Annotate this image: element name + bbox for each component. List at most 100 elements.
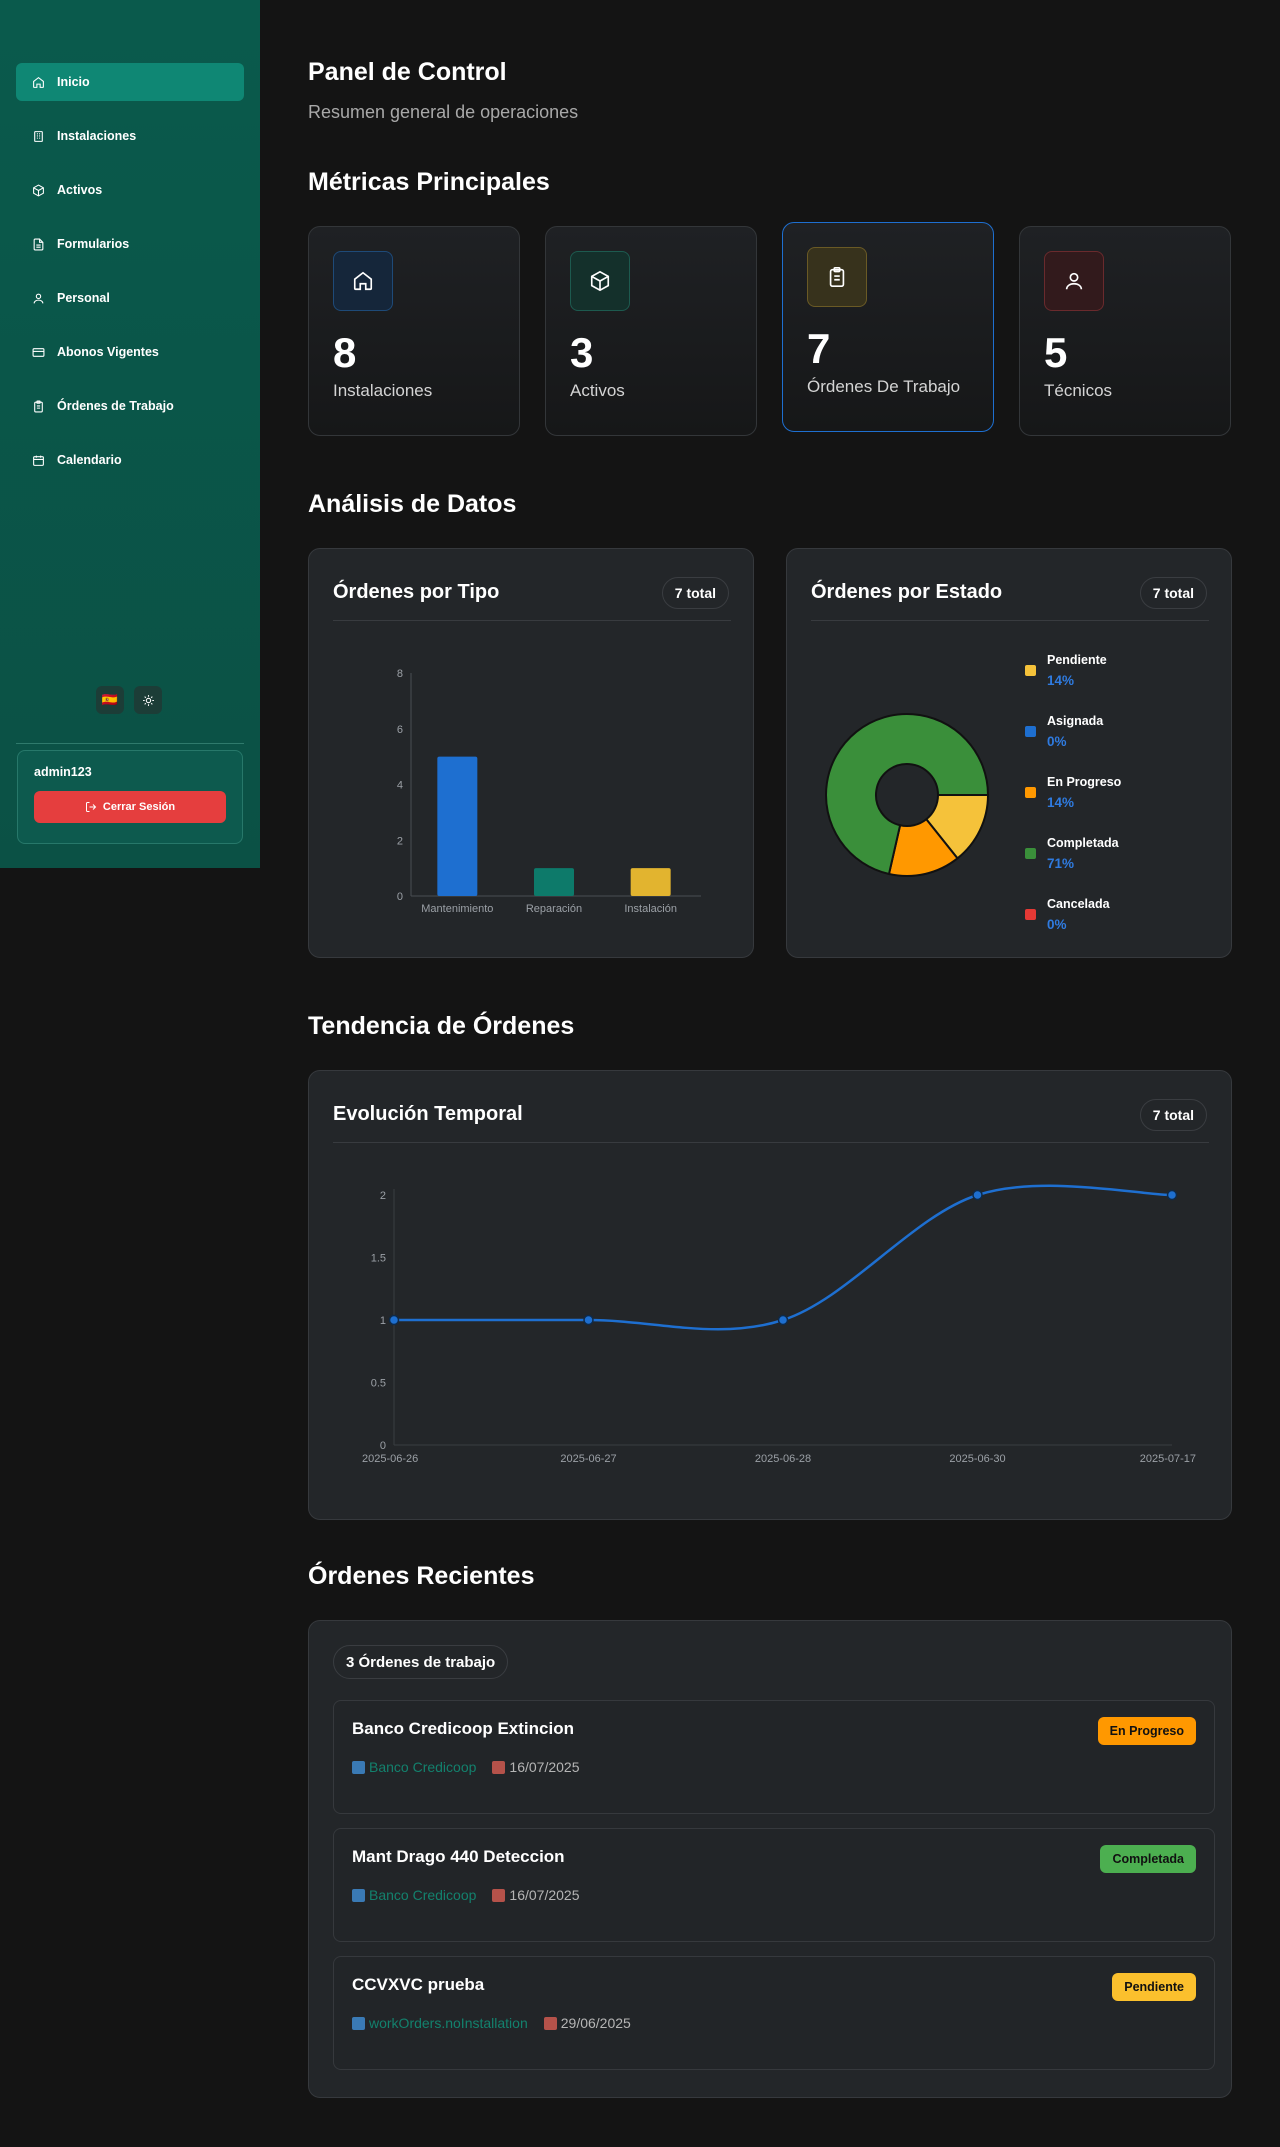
- y-tick-label: 6: [397, 724, 403, 736]
- section-title-trend: Tendencia de Órdenes: [308, 1012, 575, 1040]
- order-title: Mant Drago 440 Deteccion: [352, 1847, 565, 1866]
- x-tick-label: Mantenimiento: [421, 903, 493, 915]
- y-tick-label: 8: [397, 668, 403, 680]
- data-point: [388, 1314, 400, 1326]
- x-tick-label: 2025-06-26: [362, 1453, 418, 1465]
- recent-orders-card: 3 Órdenes de trabajo Banco Credicoop Ext…: [308, 1620, 1232, 2098]
- sidebar-item-personal[interactable]: Personal: [16, 279, 244, 317]
- calendar-icon: [33, 455, 44, 466]
- sidebar-item-calendario[interactable]: Calendario: [16, 441, 244, 479]
- sidebar-item-abonos[interactable]: Abonos Vigentes: [16, 333, 244, 371]
- box-icon: [590, 270, 610, 292]
- y-tick-label: 4: [397, 780, 403, 792]
- metric-card-ordenes[interactable]: 7 Órdenes De Trabajo: [782, 222, 994, 432]
- metric-card-instalaciones[interactable]: 8 Instalaciones: [308, 226, 520, 436]
- theme-toggle-button[interactable]: [134, 686, 162, 714]
- box-icon: [33, 183, 44, 197]
- y-tick-label: 2: [397, 835, 403, 847]
- metric-card-tecnicos[interactable]: 5 Técnicos: [1019, 226, 1231, 436]
- x-tick-label: 2025-06-30: [949, 1453, 1005, 1465]
- section-title-recent: Órdenes Recientes: [308, 1562, 535, 1590]
- sidebar-item-inicio[interactable]: Inicio: [16, 63, 244, 101]
- order-title: CCVXVC prueba: [352, 1975, 485, 1994]
- legend-label: Pendiente: [1047, 653, 1107, 667]
- data-point: [777, 1314, 789, 1326]
- bar: [437, 756, 478, 896]
- user-card: admin123 Cerrar Sesión: [17, 750, 243, 844]
- sidebar-item-activos[interactable]: Activos: [16, 171, 244, 209]
- status-badge: En Progreso: [1097, 1717, 1196, 1745]
- order-meta: Banco Credicoop 16/07/2025: [352, 1887, 579, 1903]
- order-location-link[interactable]: workOrders.noInstallation: [369, 2015, 528, 2031]
- legend-label: Asignada: [1047, 714, 1104, 728]
- sidebar-item-label: Activos: [57, 183, 103, 197]
- legend-swatch: [1025, 909, 1036, 920]
- clipboard-icon: [829, 267, 845, 287]
- sidebar-nav: Inicio Instalaciones Activos Formularios…: [16, 63, 244, 495]
- metric-value: 3: [570, 329, 594, 376]
- status-badge: Completada: [1100, 1845, 1196, 1873]
- chart-card-type: Órdenes por Tipo 7 total 0 2 4 6 8 Mantenimie…: [308, 548, 754, 958]
- section-title-metrics: Métricas Principales: [308, 168, 550, 196]
- data-point: [1166, 1189, 1178, 1201]
- logout-button[interactable]: Cerrar Sesión: [34, 791, 226, 823]
- page-title: Panel de Control: [308, 58, 507, 86]
- sidebar-item-label: Abonos Vigentes: [57, 345, 159, 359]
- calendar-icon: [492, 1760, 506, 1774]
- legend-label: Cancelada: [1047, 897, 1110, 911]
- legend-swatch: [1025, 726, 1036, 737]
- building-icon: [352, 1760, 365, 1774]
- y-tick-label: 1: [380, 1315, 386, 1327]
- sidebar-controls: 🇪🇸: [96, 686, 162, 714]
- metric-label: Órdenes De Trabajo: [807, 377, 961, 396]
- user-icon: [1065, 272, 1083, 290]
- orders-count-pill: 3 Órdenes de trabajo: [333, 1645, 509, 1679]
- logout-icon: [85, 802, 97, 812]
- legend-percent: 14%: [1047, 795, 1075, 810]
- sidebar-item-ordenes[interactable]: Órdenes de Trabajo: [16, 387, 244, 425]
- file-icon: [33, 238, 44, 250]
- sun-icon: [142, 694, 154, 706]
- x-tick-label: Instalación: [624, 903, 677, 915]
- sidebar-item-label: Personal: [57, 291, 110, 305]
- sidebar-divider: [16, 743, 244, 744]
- page-subtitle: Resumen general de operaciones: [308, 102, 579, 122]
- metric-icon-box: [807, 247, 867, 307]
- sidebar-item-formularios[interactable]: Formularios: [16, 225, 244, 263]
- y-tick-label: 2: [380, 1190, 386, 1202]
- metric-value: 5: [1044, 329, 1068, 376]
- clipboard-icon: [34, 400, 43, 412]
- x-tick-label: Reparación: [526, 903, 582, 915]
- user-name: admin123: [34, 765, 92, 779]
- series-line: [394, 1184, 1173, 1331]
- logout-label: Cerrar Sesión: [102, 801, 176, 813]
- legend-percent: 0%: [1047, 917, 1067, 932]
- order-meta: workOrders.noInstallation 29/06/2025: [352, 2015, 631, 2031]
- sidebar-item-instalaciones[interactable]: Instalaciones: [16, 117, 244, 155]
- legend-percent: 14%: [1047, 673, 1075, 688]
- order-title: Banco Credicoop Extincion: [352, 1719, 574, 1738]
- section-title-analysis: Análisis de Datos: [308, 490, 517, 518]
- sidebar-item-label: Calendario: [57, 453, 122, 467]
- order-location-link[interactable]: Banco Credicoop: [369, 1887, 476, 1903]
- order-item[interactable]: Banco Credicoop Extincion Banco Credicoo…: [333, 1700, 1215, 1814]
- language-button[interactable]: 🇪🇸: [96, 686, 124, 714]
- chart-card-state: Órdenes por Estado 7 total Pendiente 14% A…: [786, 548, 1232, 958]
- metric-icon-box: [1044, 251, 1104, 311]
- line-chart: 0 0.5 1 1.5 2 2025-06-26 2025-06-27 2025-06-28 2…: [362, 1184, 1196, 1465]
- x-tick-label: 2025-06-28: [755, 1453, 811, 1465]
- status-badge: Pendiente: [1112, 1973, 1196, 2001]
- order-item[interactable]: Mant Drago 440 Deteccion Banco Credicoop…: [333, 1828, 1215, 1942]
- donut-chart: [825, 713, 990, 877]
- legend-swatch: [1025, 665, 1036, 676]
- y-tick-label: 0.5: [371, 1378, 386, 1390]
- x-tick-label: 2025-06-27: [560, 1453, 616, 1465]
- metric-card-activos[interactable]: 3 Activos: [545, 226, 757, 436]
- legend-swatch: [1025, 848, 1036, 859]
- legend-percent: 71%: [1047, 856, 1075, 871]
- order-location-link[interactable]: Banco Credicoop: [369, 1759, 476, 1775]
- order-item[interactable]: CCVXVC prueba workOrders.noInstallation …: [333, 1956, 1215, 2070]
- metric-icon-box: [333, 251, 393, 311]
- calendar-icon: [492, 1888, 506, 1902]
- sidebar-item-label: Órdenes de Trabajo: [57, 399, 174, 413]
